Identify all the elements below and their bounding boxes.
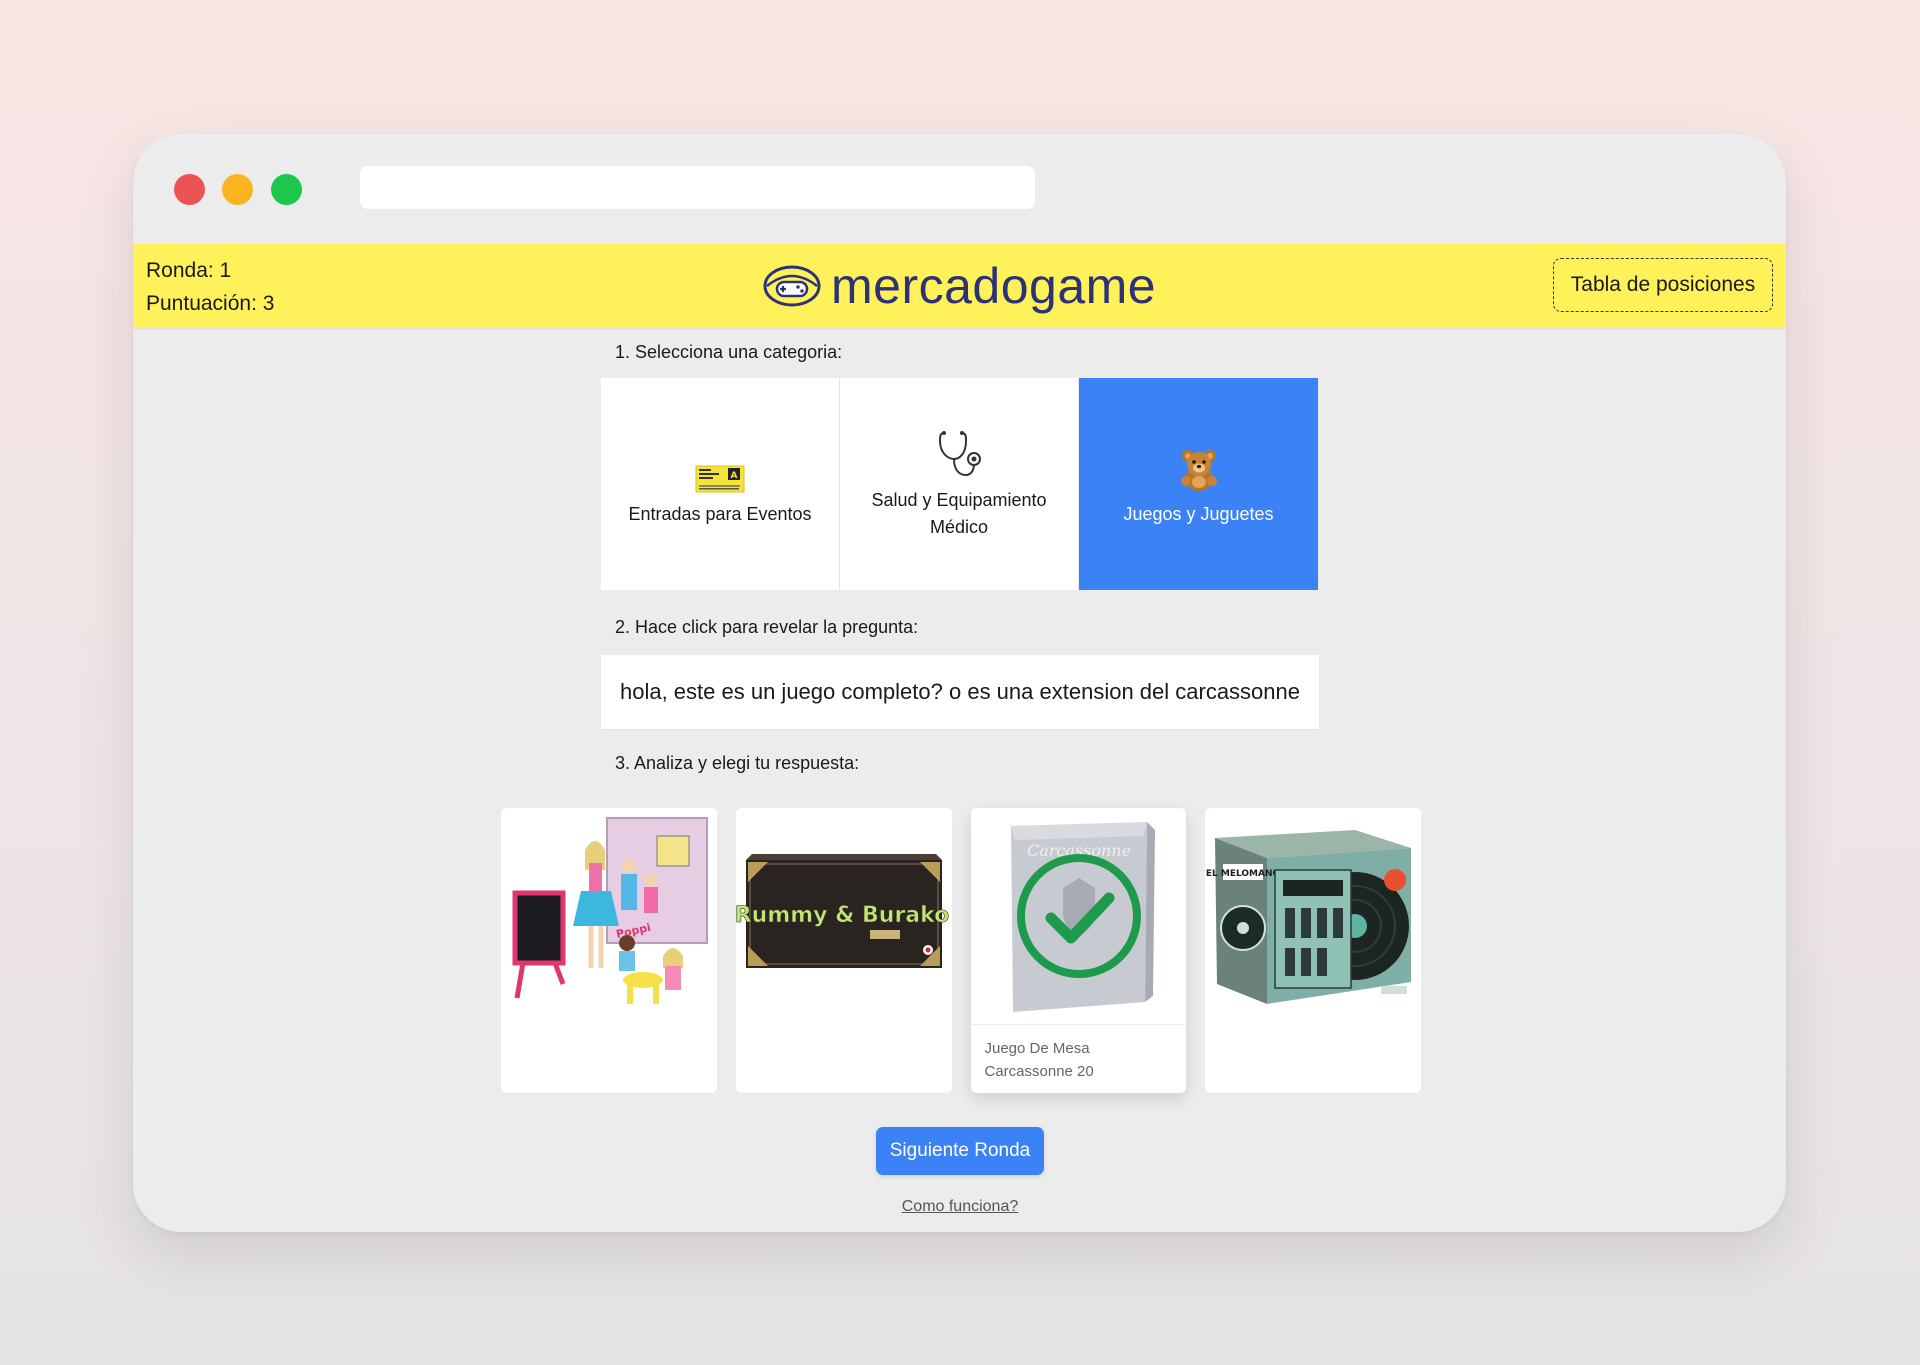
gamepad-handshake-icon — [763, 265, 821, 307]
el-melomano-text: EL MELOMANO — [1206, 869, 1281, 879]
close-window-button[interactable] — [174, 174, 205, 205]
minimize-window-button[interactable] — [222, 174, 253, 205]
browser-titlebar — [133, 134, 1786, 244]
question-reveal-box[interactable]: hola, este es un juego completo? o es un… — [601, 655, 1319, 729]
svg-text:A: A — [731, 471, 738, 481]
maximize-window-button[interactable] — [271, 174, 302, 205]
answer-option-3[interactable]: Carcassonne Juego De Mesa Carcassonne 20 — [970, 808, 1187, 1093]
carcassonne-box-image: Carcassonne — [970, 808, 1187, 1024]
game-stats: Ronda: 1 Puntuación: 3 — [146, 254, 274, 320]
category-selector: A Entradas para Eventos Salud y Equipami… — [601, 378, 1318, 590]
step-1-label: 1. Selecciona una categoria: — [615, 342, 843, 362]
el-melomano-box-image: EL MELOMANO — [1205, 808, 1421, 1024]
category-label: Salud y Equipamiento Médico — [871, 490, 1047, 537]
stethoscope-icon — [934, 427, 984, 479]
app-logo: mercadogame — [763, 252, 1156, 320]
rummy-burako-text: Rummy & Burako — [736, 903, 949, 928]
category-label: Juegos y Juguetes — [1123, 503, 1274, 524]
category-toys[interactable]: Juegos y Juguetes — [1079, 378, 1318, 590]
teddy-bear-icon — [1175, 441, 1223, 493]
dolls-playset-image: Poppi — [501, 808, 717, 1024]
question-text: hola, este es un juego completo? o es un… — [619, 679, 1300, 704]
category-events[interactable]: A Entradas para Eventos — [601, 378, 840, 590]
score-counter: Puntuación: 3 — [146, 292, 275, 315]
rummy-burako-box-image: Rummy & Burako — [735, 808, 952, 1024]
leaderboard-button[interactable]: Tabla de posiciones — [1553, 258, 1773, 312]
step-2-label: 2. Hace click para revelar la pregunta: — [615, 617, 919, 637]
answer-option-2[interactable]: Rummy & Burako — [735, 808, 952, 1093]
logo-text: mercadogame — [831, 258, 1157, 314]
how-it-works-link[interactable]: Como funciona? — [823, 1198, 1097, 1216]
answer-options: Poppi Rummy & Burako Carcassonne Juego D… — [501, 808, 1421, 1093]
address-bar[interactable] — [360, 166, 1035, 209]
ticket-icon: A — [695, 441, 745, 493]
browser-window: Ronda: 1 Puntuación: 3 mercadogame Tabla… — [133, 134, 1786, 1232]
round-counter: Ronda: 1 — [146, 259, 232, 282]
app-header: Ronda: 1 Puntuación: 3 mercadogame Tabla… — [133, 244, 1786, 328]
answer-option-4[interactable]: EL MELOMANO — [1205, 808, 1421, 1093]
answer-caption: Juego De Mesa Carcassonne 20 — [970, 1024, 1187, 1093]
category-health[interactable]: Salud y Equipamiento Médico — [840, 378, 1079, 590]
answer-option-1[interactable]: Poppi — [501, 808, 717, 1093]
category-label: Entradas para Eventos — [628, 503, 812, 524]
next-round-button[interactable]: Siguiente Ronda — [876, 1127, 1044, 1175]
step-3-label: 3. Analiza y elegi tu respuesta: — [615, 753, 860, 773]
